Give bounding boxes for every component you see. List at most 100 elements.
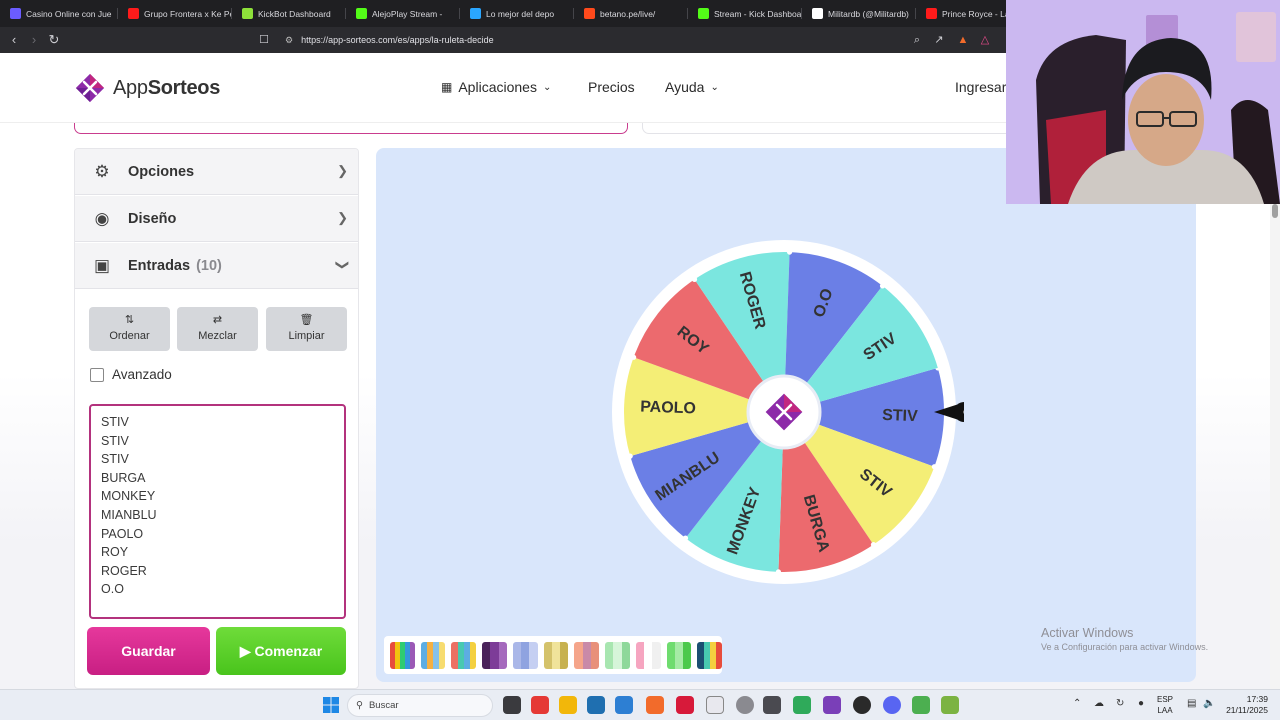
sort-button[interactable]: ⇅ Ordenar bbox=[89, 307, 170, 351]
watermark-subtitle: Ve a Configuración para activar Windows. bbox=[1041, 642, 1209, 652]
wps-icon[interactable] bbox=[531, 696, 549, 714]
prize-wheel[interactable]: STIVSTIVBURGAMONKEYMIANBLUPAOLOROYROGER O… bbox=[604, 232, 964, 592]
microphone-icon[interactable]: ● bbox=[1138, 698, 1144, 709]
share-icon[interactable]: ↗ bbox=[932, 33, 946, 47]
palette-swatch[interactable] bbox=[605, 641, 630, 669]
clock-time: 17:39 bbox=[1246, 694, 1268, 704]
sync-icon[interactable]: ↻ bbox=[1116, 698, 1124, 709]
site-info-icon[interactable]: ⚙ bbox=[285, 35, 293, 46]
tab-favicon-icon bbox=[356, 8, 367, 19]
app-icon[interactable] bbox=[823, 696, 841, 714]
tab-favicon-icon bbox=[128, 8, 139, 19]
reload-icon[interactable]: ↻ bbox=[45, 31, 63, 49]
save-button[interactable]: Guardar bbox=[87, 627, 210, 675]
entry-line: MIANBLU bbox=[101, 507, 157, 522]
tab-label: Militardb (@Militardb) bbox=[828, 8, 909, 19]
obs-icon[interactable] bbox=[853, 696, 871, 714]
volume-icon[interactable]: 🔈 bbox=[1203, 698, 1215, 709]
zoom-icon[interactable]: ⌕ bbox=[910, 33, 924, 47]
accordion-title: Diseño bbox=[128, 211, 177, 227]
system-clock[interactable]: 17:39 21/11/2025 bbox=[1220, 694, 1268, 716]
appsorteos-logo[interactable]: AppSorteos bbox=[73, 71, 220, 105]
tab-favicon-icon bbox=[584, 8, 595, 19]
page-scrollbar[interactable] bbox=[1270, 204, 1280, 689]
file-explorer-icon[interactable] bbox=[559, 696, 577, 714]
scrollbar-thumb[interactable] bbox=[1272, 204, 1278, 218]
bluestacks-icon[interactable] bbox=[941, 696, 959, 714]
tray-chevron-up-icon[interactable]: ⌃ bbox=[1073, 698, 1081, 709]
advanced-checkbox[interactable] bbox=[90, 367, 104, 382]
nav-ayuda[interactable]: Ayuda ⌄ bbox=[665, 79, 719, 95]
search-placeholder: Buscar bbox=[368, 700, 399, 711]
advanced-toggle[interactable]: Avanzado bbox=[90, 367, 172, 382]
palette-swatch[interactable] bbox=[635, 641, 661, 669]
windows-start-icon[interactable] bbox=[322, 696, 340, 714]
palette-swatch[interactable] bbox=[512, 641, 538, 669]
nav-precios[interactable]: Precios bbox=[588, 79, 635, 95]
forward-icon[interactable]: › bbox=[25, 31, 43, 49]
entries-textarea[interactable]: STIV STIV STIV BURGA MONKEY MIANBLU PAOL… bbox=[89, 404, 346, 619]
windows-activation-watermark: Activar Windows Ve a Configuración para … bbox=[1041, 626, 1208, 652]
palette-swatch[interactable] bbox=[420, 641, 446, 669]
shuffle-button[interactable]: ⇄ Mezclar bbox=[177, 307, 258, 351]
title-field-edge bbox=[74, 123, 628, 134]
clear-button[interactable]: 🗑 Limpiar bbox=[266, 307, 347, 351]
browser-tab[interactable]: Casino Online con Jue bbox=[0, 0, 118, 27]
taskbar-search[interactable]: ⚲ Buscar bbox=[347, 694, 493, 717]
app-icon[interactable] bbox=[912, 696, 930, 714]
settings-icon[interactable] bbox=[736, 696, 754, 714]
tab-label: Lo mejor del depo bbox=[486, 8, 555, 19]
browser-tab[interactable]: Lo mejor del depo bbox=[460, 0, 574, 27]
rewards-icon[interactable]: △ bbox=[978, 33, 992, 47]
language-indicator[interactable]: ESP LAA bbox=[1157, 694, 1173, 716]
language-code: ESP bbox=[1157, 695, 1174, 704]
search-icon: ⚲ bbox=[356, 700, 363, 711]
palette-swatch[interactable] bbox=[390, 641, 415, 669]
palette-swatch[interactable] bbox=[543, 641, 569, 669]
brave-shield-icon[interactable]: ▲ bbox=[956, 33, 970, 47]
browser-tab[interactable]: Militardb (@Militardb) bbox=[802, 0, 916, 27]
palette-swatch[interactable] bbox=[451, 641, 477, 669]
tab-favicon-icon bbox=[926, 8, 937, 19]
accordion-opciones[interactable]: ⚙ Opciones ❯ bbox=[75, 149, 358, 195]
app-icon[interactable] bbox=[706, 696, 724, 714]
back-icon[interactable]: ‹ bbox=[5, 31, 23, 49]
wheel-peg bbox=[879, 283, 886, 289]
browser-tab[interactable]: betano.pe/live/ bbox=[574, 0, 688, 27]
entry-line: MONKEY bbox=[101, 489, 156, 504]
store-icon[interactable] bbox=[587, 696, 605, 714]
palette-swatch[interactable] bbox=[482, 641, 507, 669]
app-icon[interactable] bbox=[793, 696, 811, 714]
grid-icon: ▦ bbox=[441, 80, 453, 94]
wheel-peg bbox=[682, 535, 689, 541]
wheel-peg bbox=[870, 542, 877, 548]
network-icon[interactable]: ▤ bbox=[1187, 698, 1196, 709]
nav-ingresar[interactable]: Ingresar bbox=[955, 79, 1006, 95]
start-button[interactable]: ▶ Comenzar bbox=[216, 627, 346, 675]
browser-tab[interactable]: Prince Royce - La bbox=[916, 0, 1016, 27]
app-icon[interactable] bbox=[676, 696, 694, 714]
tab-favicon-icon bbox=[470, 8, 481, 19]
app-icon[interactable] bbox=[763, 696, 781, 714]
bookmark-icon[interactable]: ☐ bbox=[257, 33, 271, 47]
nav-aplicaciones[interactable]: ▦ Aplicaciones ⌄ bbox=[441, 79, 551, 95]
accordion-title: Opciones bbox=[128, 164, 195, 180]
palette-swatch[interactable] bbox=[574, 641, 600, 669]
palette-swatch[interactable] bbox=[697, 641, 723, 669]
browser-tab[interactable]: Stream - Kick Dashboa bbox=[688, 0, 802, 27]
discord-icon[interactable] bbox=[883, 696, 901, 714]
browser-tab[interactable]: Grupo Frontera x Ke Pe bbox=[118, 0, 232, 27]
nav-aplicaciones-label: Aplicaciones bbox=[458, 79, 537, 95]
palette-swatch[interactable] bbox=[666, 641, 692, 669]
onedrive-icon[interactable]: ☁ bbox=[1094, 698, 1104, 709]
accordion-entradas[interactable]: ▣ Entradas (10) ❯ bbox=[75, 243, 358, 289]
tab-label: Prince Royce - La bbox=[942, 8, 1010, 19]
language-variant: LAA bbox=[1157, 706, 1173, 715]
sort-label: Ordenar bbox=[109, 330, 150, 342]
browser-tab[interactable]: AlejoPlay Stream - bbox=[346, 0, 460, 27]
accordion-diseno[interactable]: ◉ Diseño ❯ bbox=[75, 196, 358, 242]
outlook-icon[interactable] bbox=[615, 696, 633, 714]
task-view-icon[interactable] bbox=[503, 696, 521, 714]
brave-browser-icon[interactable] bbox=[646, 696, 664, 714]
browser-tab[interactable]: KickBot Dashboard bbox=[232, 0, 346, 27]
